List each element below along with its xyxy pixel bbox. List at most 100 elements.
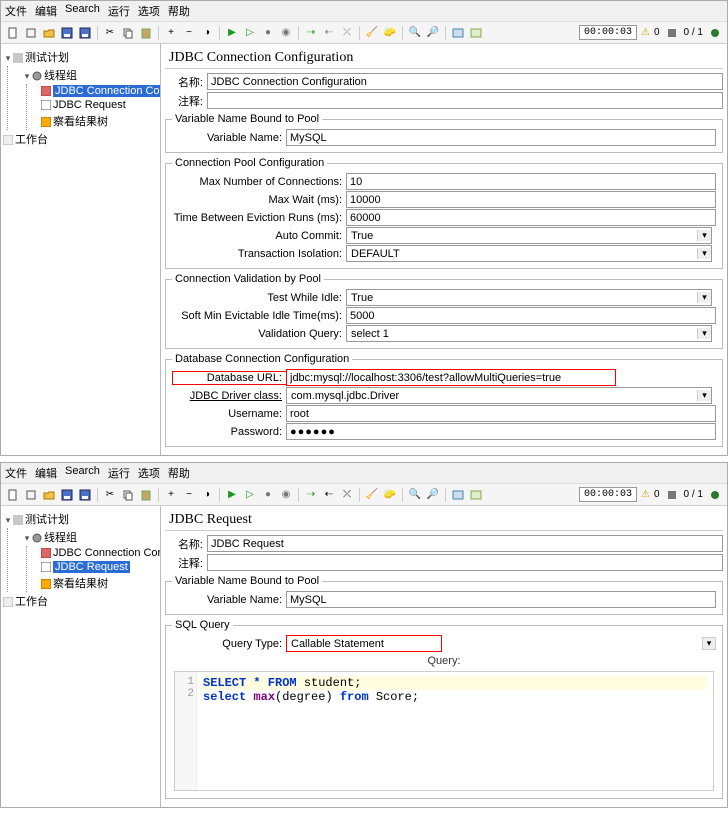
tree-jdbc-req[interactable]: JDBC Request [53, 99, 126, 111]
select-valid-query[interactable]: select 1▾ [346, 325, 712, 342]
search-tree-icon[interactable]: 🔍 [407, 487, 423, 503]
help-icon[interactable] [468, 487, 484, 503]
tree-view-results[interactable]: 察看结果树 [53, 578, 108, 590]
menu-search[interactable]: Search [65, 3, 100, 19]
search-tree-icon[interactable]: 🔍 [407, 25, 423, 41]
cut-icon[interactable]: ✂ [102, 25, 118, 41]
menu-run[interactable]: 运行 [108, 3, 130, 19]
chevron-down-icon[interactable]: ▾ [697, 328, 711, 339]
new-icon[interactable] [5, 487, 21, 503]
remote-start-icon[interactable]: ⇢ [303, 25, 319, 41]
chevron-down-icon[interactable]: ▾ [697, 230, 711, 241]
input-password[interactable] [286, 423, 716, 440]
paste-icon[interactable] [138, 25, 154, 41]
function-helper-icon[interactable] [450, 487, 466, 503]
tree-jdbc-req-selected[interactable]: JDBC Request [53, 561, 130, 573]
select-test-idle[interactable]: True▾ [346, 289, 712, 306]
clear-icon[interactable]: 🧹 [364, 25, 380, 41]
menu-file[interactable]: 文件 [5, 3, 27, 19]
collapse-icon[interactable]: − [181, 25, 197, 41]
input-comment[interactable] [207, 554, 723, 571]
warning-icon[interactable]: ⚠ [641, 27, 650, 38]
start-no-pause-icon[interactable]: ▷ [242, 487, 258, 503]
chevron-down-icon[interactable]: ▾ [697, 248, 711, 259]
tree-toggle[interactable]: ▾ [3, 515, 13, 526]
copy-icon[interactable] [120, 25, 136, 41]
remote-shutdown-icon[interactable]: ⤫ [339, 25, 355, 41]
save-icon[interactable] [59, 487, 75, 503]
input-comment[interactable] [207, 92, 723, 109]
select-tx-iso[interactable]: DEFAULT▾ [346, 245, 712, 262]
code-area[interactable]: SELECT * FROM student; select max(degree… [197, 672, 713, 790]
clear-all-icon[interactable]: 🧽 [382, 25, 398, 41]
open-icon[interactable] [41, 487, 57, 503]
tree-jdbc-conn-selected[interactable]: JDBC Connection Configurat [53, 85, 161, 97]
tree-threadgroup[interactable]: 线程组 [44, 70, 77, 82]
input-db-url[interactable] [286, 369, 616, 386]
clear-all-icon[interactable]: 🧽 [382, 487, 398, 503]
help-icon[interactable] [468, 25, 484, 41]
expand-icon[interactable]: + [163, 25, 179, 41]
start-icon[interactable]: ▶ [224, 25, 240, 41]
new-icon[interactable] [5, 25, 21, 41]
input-var-name[interactable] [286, 129, 716, 146]
menu-options[interactable]: 选项 [138, 465, 160, 481]
paste-icon[interactable] [138, 487, 154, 503]
select-driver[interactable]: com.mysql.jdbc.Driver▾ [286, 387, 712, 404]
shutdown-icon[interactable]: ◉ [278, 487, 294, 503]
input-evict[interactable] [346, 209, 716, 226]
remote-stop-icon[interactable]: ⇠ [321, 25, 337, 41]
reset-search-icon[interactable]: 🔎 [425, 25, 441, 41]
menu-edit[interactable]: 编辑 [35, 465, 57, 481]
input-name[interactable] [207, 535, 723, 552]
templates-icon[interactable] [23, 25, 39, 41]
tree-workbench[interactable]: 工作台 [15, 596, 48, 608]
toggle-icon[interactable]: ◑ [199, 487, 215, 503]
tree-toggle[interactable]: ▾ [22, 71, 32, 82]
remote-start-icon[interactable]: ⇢ [303, 487, 319, 503]
warning-icon[interactable]: ⚠ [641, 489, 650, 500]
toggle-icon[interactable]: ◑ [199, 25, 215, 41]
save-icon[interactable] [59, 25, 75, 41]
tree-threadgroup[interactable]: 线程组 [44, 532, 77, 544]
start-no-pause-icon[interactable]: ▷ [242, 25, 258, 41]
tree-pane[interactable]: ▾ 测试计划 ▾ 线程组 JDBC Connection Configurat JD… [1, 506, 161, 807]
input-max-wait[interactable] [346, 191, 716, 208]
sql-editor[interactable]: 12 SELECT * FROM student; select max(deg… [174, 671, 714, 791]
tree-jdbc-conn[interactable]: JDBC Connection Configurat [53, 547, 161, 559]
tree-view-results[interactable]: 察看结果树 [53, 116, 108, 128]
start-icon[interactable]: ▶ [224, 487, 240, 503]
clear-icon[interactable]: 🧹 [364, 487, 380, 503]
remote-stop-icon[interactable]: ⇠ [321, 487, 337, 503]
input-max-conn[interactable] [346, 173, 716, 190]
tree-root[interactable]: 测试计划 [25, 52, 69, 64]
input-name[interactable] [207, 73, 723, 90]
input-soft-evict[interactable] [346, 307, 716, 324]
input-username[interactable] [286, 405, 716, 422]
tree-root[interactable]: 测试计划 [25, 514, 69, 526]
tree-workbench[interactable]: 工作台 [15, 134, 48, 146]
reset-search-icon[interactable]: 🔎 [425, 487, 441, 503]
select-query-type[interactable]: Callable Statement [286, 635, 442, 652]
copy-icon[interactable] [120, 487, 136, 503]
remote-shutdown-icon[interactable]: ⤫ [339, 487, 355, 503]
tree-toggle[interactable]: ▾ [22, 533, 32, 544]
menu-file[interactable]: 文件 [5, 465, 27, 481]
save-as-icon[interactable] [77, 487, 93, 503]
stop-icon[interactable]: ● [260, 487, 276, 503]
menu-run[interactable]: 运行 [108, 465, 130, 481]
menu-edit[interactable]: 编辑 [35, 3, 57, 19]
stop-icon[interactable]: ● [260, 25, 276, 41]
cut-icon[interactable]: ✂ [102, 487, 118, 503]
templates-icon[interactable] [23, 487, 39, 503]
collapse-icon[interactable]: − [181, 487, 197, 503]
chevron-down-icon[interactable]: ▾ [697, 292, 711, 303]
select-auto-commit[interactable]: True▾ [346, 227, 712, 244]
save-as-icon[interactable] [77, 25, 93, 41]
function-helper-icon[interactable] [450, 25, 466, 41]
menu-search[interactable]: Search [65, 465, 100, 481]
input-var-name[interactable] [286, 591, 716, 608]
errors-icon[interactable] [664, 487, 680, 503]
tree-pane[interactable]: ▾测试计划 ▾线程组 JDBC Connection Configurat JD… [1, 44, 161, 455]
expand-icon[interactable]: + [163, 487, 179, 503]
